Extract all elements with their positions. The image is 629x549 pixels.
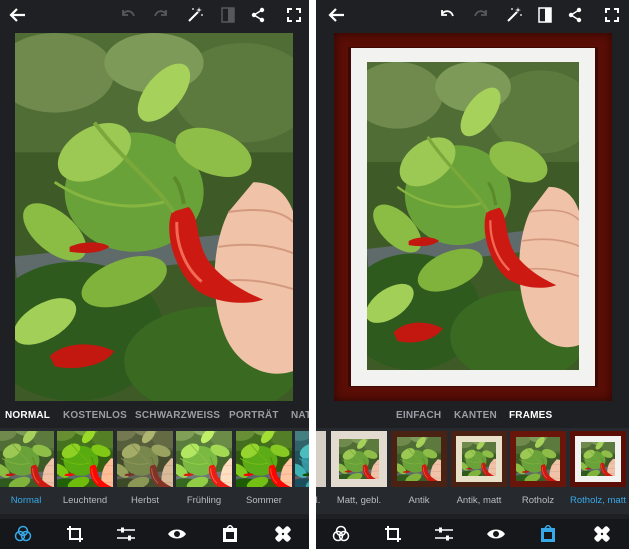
crop-icon[interactable] [382, 523, 404, 545]
top-toolbar [0, 0, 309, 30]
tab-frames[interactable]: FRAMES [509, 410, 552, 421]
filters-icon[interactable] [330, 523, 352, 545]
tab-schwarzweiss[interactable]: SCHWARZWEISS [135, 410, 220, 421]
filter-thumb[interactable] [236, 431, 292, 487]
frame-thumb[interactable] [331, 431, 387, 487]
eye-icon[interactable] [166, 523, 188, 545]
frame-thumb[interactable] [570, 431, 626, 487]
frame-label-matt-gebl[interactable]: Matt, gebl. [337, 495, 381, 506]
tab-natur[interactable]: NAT [291, 410, 309, 421]
healing-bandage-icon[interactable] [591, 523, 613, 545]
redo-icon[interactable] [469, 3, 493, 27]
filter-filmstrip: Normal Leuchtend Herbst Frühling Sommer [0, 428, 309, 514]
frame-thumb[interactable] [391, 431, 447, 487]
undo-icon[interactable] [116, 3, 140, 27]
tab-portraet[interactable]: PORTRÄT [229, 410, 279, 421]
filter-thumb[interactable] [0, 431, 54, 487]
framed-photo [334, 33, 612, 401]
top-toolbar [316, 0, 629, 30]
crop-icon[interactable] [64, 523, 86, 545]
bottom-toolbar [0, 519, 309, 549]
tab-normal[interactable]: NORMAL [5, 410, 50, 421]
redo-icon[interactable] [149, 3, 173, 27]
undo-icon[interactable] [435, 3, 459, 27]
frame-thumb[interactable] [316, 431, 326, 487]
frame-icon[interactable] [219, 523, 241, 545]
filter-label-leuchtend[interactable]: Leuchtend [63, 495, 107, 506]
share-icon[interactable] [563, 3, 587, 27]
filter-label-normal[interactable]: Normal [11, 495, 42, 506]
frame-icon[interactable] [537, 523, 559, 545]
filter-thumb[interactable] [176, 431, 232, 487]
share-icon[interactable] [246, 3, 270, 27]
filter-thumb[interactable] [117, 431, 173, 487]
filter-label-sommer[interactable]: Sommer [246, 495, 282, 506]
tab-einfach[interactable]: EINFACH [396, 410, 441, 421]
frame-label-partial[interactable]: l. [316, 495, 320, 506]
frame-thumb[interactable] [510, 431, 566, 487]
filter-thumb[interactable] [295, 431, 309, 487]
tab-kanten[interactable]: KANTEN [454, 410, 497, 421]
fullscreen-icon[interactable] [282, 3, 306, 27]
magic-wand-icon[interactable] [183, 3, 207, 27]
filter-thumb[interactable] [57, 431, 113, 487]
frame-label-rotholz[interactable]: Rotholz [522, 495, 554, 506]
frame-label-antik[interactable]: Antik [408, 495, 429, 506]
compare-icon[interactable] [533, 3, 557, 27]
right-editor-panel: EINFACH KANTEN FRAMES l. Matt, gebl. Ant… [316, 0, 629, 549]
framed-photo-image [367, 62, 579, 370]
frame-category-tabs: EINFACH KANTEN FRAMES [316, 407, 629, 425]
tab-kostenlos[interactable]: KOSTENLOS [63, 410, 127, 421]
frame-label-rotholz-matt[interactable]: Rotholz, matt [570, 495, 626, 506]
back-arrow-icon[interactable] [6, 3, 30, 27]
frame-thumb[interactable] [451, 431, 507, 487]
healing-bandage-icon[interactable] [272, 523, 294, 545]
filter-label-herbst[interactable]: Herbst [131, 495, 159, 506]
filter-label-fruehling[interactable]: Frühling [187, 495, 221, 506]
adjust-sliders-icon[interactable] [115, 523, 137, 545]
adjust-sliders-icon[interactable] [433, 523, 455, 545]
left-editor-panel: NORMAL KOSTENLOS SCHWARZWEISS PORTRÄT NA… [0, 0, 309, 549]
fullscreen-icon[interactable] [600, 3, 624, 27]
frame-filmstrip: l. Matt, gebl. Antik Antik, matt Rotholz… [316, 428, 629, 514]
compare-icon[interactable] [216, 3, 240, 27]
back-arrow-icon[interactable] [325, 3, 349, 27]
edited-photo [15, 33, 293, 401]
filter-category-tabs: NORMAL KOSTENLOS SCHWARZWEISS PORTRÄT NA… [0, 407, 309, 425]
magic-wand-icon[interactable] [502, 3, 526, 27]
bottom-toolbar [316, 519, 629, 549]
filters-icon[interactable] [12, 523, 34, 545]
frame-label-antik-matt[interactable]: Antik, matt [457, 495, 502, 506]
eye-icon[interactable] [485, 523, 507, 545]
